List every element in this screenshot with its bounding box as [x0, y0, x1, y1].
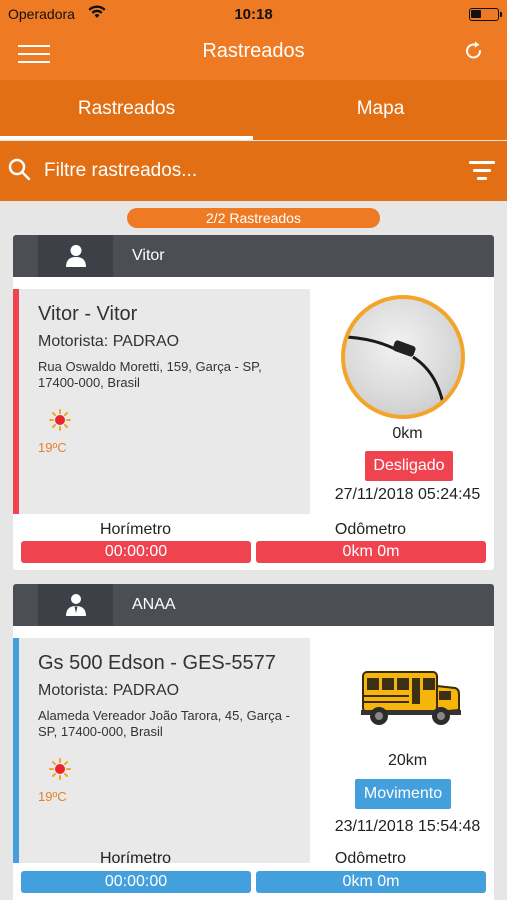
hourmeter-label: Horímetro [99, 521, 172, 538]
odometer-value: 0km 0m [256, 541, 486, 563]
status-bar: Operadora 10:18 [0, 0, 507, 30]
driver-name: Motorista: PADRAO [38, 333, 180, 350]
app-header: Rastreados [0, 30, 507, 80]
user-icon [65, 244, 87, 273]
card-header: ANAA [13, 584, 494, 626]
last-update: 27/11/2018 05:24:45 [334, 486, 481, 503]
avatar [38, 584, 113, 626]
hourmeter-label: Horímetro [99, 850, 172, 867]
card-header: Vitor [13, 235, 494, 277]
tracker-card[interactable]: ANAA Gs 500 Edson - GES-5577 Motorista: … [13, 584, 494, 900]
status-badge: Desligado [365, 451, 453, 481]
speed: 0km [392, 425, 423, 442]
owner-name: Vitor [132, 247, 165, 264]
tab-bar: Rastreados Mapa [0, 80, 507, 140]
refresh-icon[interactable] [463, 40, 487, 64]
cable-photo [341, 295, 465, 419]
sun-icon [49, 758, 71, 785]
school-bus-icon [359, 664, 463, 733]
driver-name: Motorista: PADRAO [38, 682, 180, 699]
search-bar [0, 141, 507, 201]
odometer-label: Odômetro [334, 850, 407, 867]
tracker-card[interactable]: Vitor Vitor - Vitor Motorista: PADRAO Ru… [13, 235, 494, 570]
temperature: 19ºC [38, 440, 67, 455]
status-badge: Movimento [355, 779, 451, 809]
speed: 20km [387, 752, 428, 769]
last-update: 23/11/2018 15:54:48 [334, 818, 481, 835]
filter-icon[interactable] [469, 160, 495, 182]
address: Rua Oswaldo Moretti, 159, Garça - SP, 17… [38, 359, 262, 390]
page-title: Rastreados [202, 40, 305, 62]
odometer-value: 0km 0m [256, 871, 486, 893]
battery-icon [469, 8, 502, 21]
odometer-label: Odômetro [334, 521, 407, 538]
owner-name: ANAA [132, 596, 176, 613]
avatar [38, 235, 113, 277]
hourmeter-value: 00:00:00 [21, 541, 251, 563]
tab-rastreados[interactable]: Rastreados [0, 80, 253, 140]
vehicle-name: Gs 500 Edson - GES-5577 [38, 652, 276, 674]
temperature: 19ºC [38, 789, 67, 804]
search-input[interactable] [44, 155, 434, 187]
status-panel: 20km Movimento 23/11/2018 15:54:48 [321, 638, 494, 863]
clock: 10:18 [234, 6, 273, 23]
address: Alameda Vereador João Tarora, 45, Garça … [38, 708, 290, 739]
vehicle-info[interactable]: Gs 500 Edson - GES-5577 Motorista: PADRA… [13, 638, 310, 863]
status-panel: 0km Desligado 27/11/2018 05:24:45 [321, 289, 494, 514]
hourmeter-value: 00:00:00 [21, 871, 251, 893]
tracker-count-badge: 2/2 Rastreados [127, 208, 380, 228]
tab-mapa[interactable]: Mapa [254, 80, 507, 140]
sun-icon [49, 409, 71, 436]
vehicle-name: Vitor - Vitor [38, 303, 138, 325]
search-icon [8, 158, 32, 187]
businessman-icon [65, 593, 87, 622]
vehicle-info[interactable]: Vitor - Vitor Motorista: PADRAO Rua Oswa… [13, 289, 310, 514]
